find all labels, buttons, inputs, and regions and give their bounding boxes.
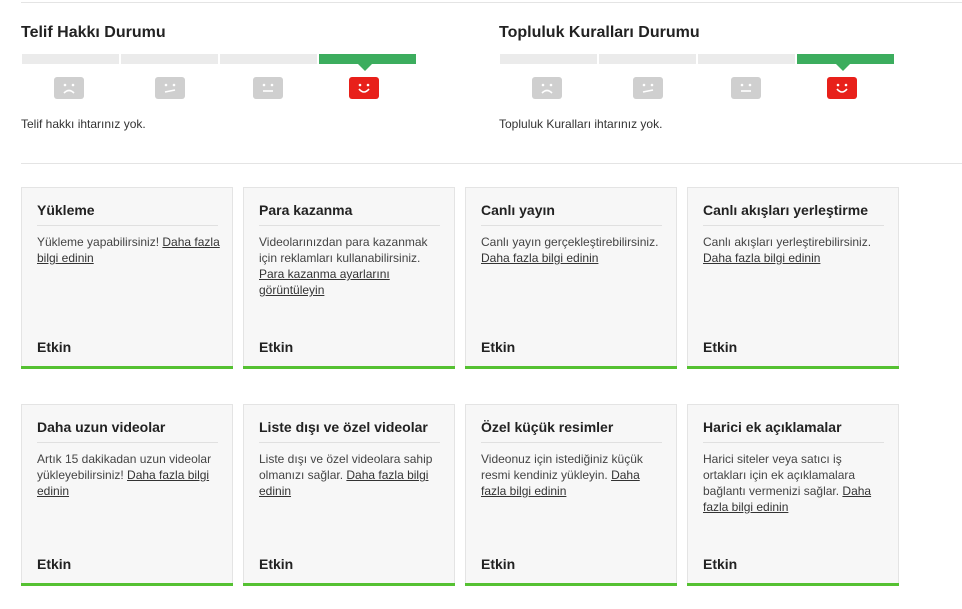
- neutral-face-icon: [253, 77, 283, 99]
- card-status: Etkin: [481, 556, 516, 572]
- uneasy-face-icon: [155, 77, 185, 99]
- card-status: Etkin: [37, 556, 72, 572]
- card-description: Yükleme yapabilirsiniz! Daha fazla bilgi…: [37, 234, 221, 266]
- card-title: Para kazanma: [259, 202, 440, 226]
- meter-segment: [220, 54, 317, 64]
- feature-card-external-annotations: Harici ek açıklamalar Harici siteler vey…: [687, 404, 899, 586]
- card-description: Artık 15 dakikadan uzun videolar yükleye…: [37, 451, 221, 499]
- feature-card-live-streaming: Canlı yayın Canlı yayın gerçekleştirebil…: [465, 187, 677, 369]
- card-text: Canlı akışları yerleştirebilirsiniz.: [703, 235, 872, 249]
- sad-face-icon: [532, 77, 562, 99]
- meter-segment: [121, 54, 218, 64]
- copyright-status: Telif Hakkı Durumu Telif hakkı ihtarınız…: [21, 22, 421, 131]
- card-description: Videolarınızdan para kazanmak için rekla…: [259, 234, 443, 298]
- community-meter: [500, 54, 897, 71]
- community-status: Topluluk Kuralları Durumu Topluluk Kural…: [499, 22, 899, 131]
- learn-more-link[interactable]: Daha fazla bilgi edinin: [481, 251, 598, 265]
- top-divider: [21, 2, 962, 3]
- card-title: Liste dışı ve özel videolar: [259, 419, 440, 443]
- community-status-title: Topluluk Kuralları Durumu: [499, 24, 700, 41]
- feature-card-monetization: Para kazanma Videolarınızdan para kazanm…: [243, 187, 455, 369]
- card-description: Canlı yayın gerçekleştirebilirsiniz. Dah…: [481, 234, 665, 266]
- learn-more-link[interactable]: Daha fazla bilgi edinin: [703, 251, 820, 265]
- card-description: Videonuz için istediğiniz küçük resmi ke…: [481, 451, 665, 499]
- meter-segment: [22, 54, 119, 64]
- card-status: Etkin: [37, 339, 72, 355]
- meter-pointer: [836, 64, 850, 71]
- meter-segment-active: [797, 54, 894, 64]
- neutral-face-icon: [731, 77, 761, 99]
- card-status: Etkin: [703, 556, 738, 572]
- card-text: Yükleme yapabilirsiniz!: [37, 235, 163, 249]
- card-status: Etkin: [481, 339, 516, 355]
- card-text: Videolarınızdan para kazanmak için rekla…: [259, 235, 428, 265]
- card-text: Harici siteler veya satıcı iş ortakları …: [703, 452, 856, 498]
- section-divider: [21, 163, 962, 164]
- sad-face-icon: [54, 77, 84, 99]
- card-title: Daha uzun videolar: [37, 419, 218, 443]
- feature-card-upload: Yükleme Yükleme yapabilirsiniz! Daha faz…: [21, 187, 233, 369]
- card-title: Canlı yayın: [481, 202, 662, 226]
- meter-segment: [500, 54, 597, 64]
- meter-segment: [698, 54, 795, 64]
- card-description: Canlı akışları yerleştirebilirsiniz. Dah…: [703, 234, 887, 266]
- card-title: Harici ek açıklamalar: [703, 419, 884, 443]
- meter-pointer: [358, 64, 372, 71]
- meter-segment-active: [319, 54, 416, 64]
- copyright-status-message: Telif hakkı ihtarınız yok.: [21, 117, 146, 131]
- feature-card-custom-thumbnails: Özel küçük resimler Videonuz için istedi…: [465, 404, 677, 586]
- card-title: Özel küçük resimler: [481, 419, 662, 443]
- happy-face-icon: [827, 77, 857, 99]
- card-status: Etkin: [259, 556, 294, 572]
- card-title: Canlı akışları yerleştirme: [703, 202, 884, 226]
- feature-card-longer-videos: Daha uzun videolar Artık 15 dakikadan uz…: [21, 404, 233, 586]
- community-status-message: Topluluk Kuralları ihtarınız yok.: [499, 117, 663, 131]
- meter-segment: [599, 54, 696, 64]
- monetization-settings-link[interactable]: Para kazanma ayarlarını görüntüleyin: [259, 267, 390, 297]
- copyright-meter: [22, 54, 419, 71]
- card-status: Etkin: [703, 339, 738, 355]
- feature-card-unlisted-private: Liste dışı ve özel videolar Liste dışı v…: [243, 404, 455, 586]
- card-description: Harici siteler veya satıcı iş ortakları …: [703, 451, 887, 515]
- card-text: Canlı yayın gerçekleştirebilirsiniz.: [481, 235, 659, 249]
- card-description: Liste dışı ve özel videolara sahip olman…: [259, 451, 443, 499]
- card-title: Yükleme: [37, 202, 218, 226]
- copyright-status-title: Telif Hakkı Durumu: [21, 24, 166, 41]
- card-status: Etkin: [259, 339, 294, 355]
- feature-card-embed-live: Canlı akışları yerleştirme Canlı akışlar…: [687, 187, 899, 369]
- happy-face-icon: [349, 77, 379, 99]
- uneasy-face-icon: [633, 77, 663, 99]
